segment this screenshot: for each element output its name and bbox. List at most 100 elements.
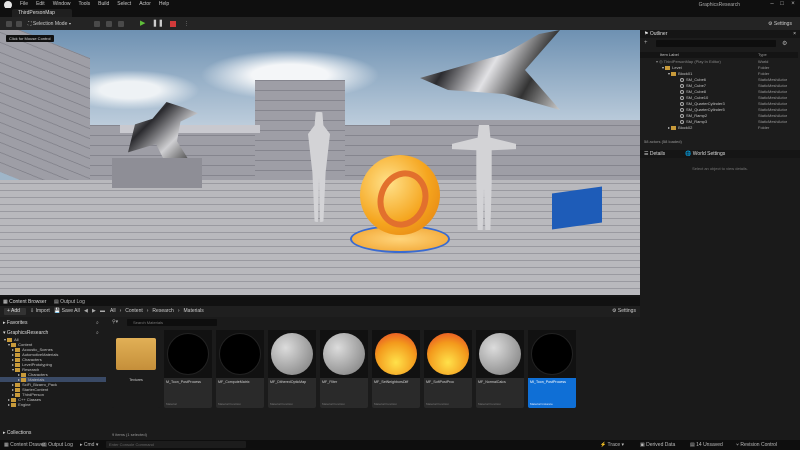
menu-help[interactable]: Help: [159, 1, 169, 7]
derived-data-button[interactable]: ▣ Derived Data: [640, 442, 675, 448]
asset-name: MF_NormalCalcs: [478, 380, 506, 384]
import-label: Import: [35, 308, 50, 314]
menu-window[interactable]: Window: [53, 1, 71, 7]
add-filter-icon[interactable]: +: [644, 40, 654, 48]
content-drawer-button[interactable]: ▦ Content Drawer: [4, 442, 45, 448]
search-icon[interactable]: ⌕: [96, 320, 99, 326]
derived-data-label: Derived Data: [646, 442, 676, 448]
asset-name: Textures: [129, 378, 143, 382]
crumb-research[interactable]: Research: [152, 308, 173, 314]
settings-dropdown[interactable]: ⚙ Settings: [766, 20, 794, 28]
asset-tile[interactable]: MF_NormalCalcs Material Function: [476, 330, 524, 408]
maximize-icon[interactable]: □: [778, 1, 786, 7]
tab-label: ThirdPersonMap: [18, 10, 55, 16]
play-icon[interactable]: ▶: [140, 20, 148, 28]
asset-type: Material Function: [374, 402, 398, 406]
asset-name: M_Toon_PostProcess: [166, 380, 201, 384]
tree-item[interactable]: ▸ Engine: [0, 402, 106, 407]
crumb-materials[interactable]: Materials: [184, 308, 204, 314]
back-icon[interactable]: ◀: [84, 308, 88, 314]
menu-build[interactable]: Build: [98, 1, 109, 7]
asset-search-input[interactable]: Search Materials: [127, 319, 217, 326]
revision-control-button[interactable]: ⑂ Revision Control: [736, 442, 777, 448]
stop-button[interactable]: [170, 21, 176, 27]
asset-tile[interactable]: MF_SoftPostProc Material Function: [424, 330, 472, 408]
minimize-icon[interactable]: –: [768, 1, 776, 7]
project-section[interactable]: ▾ GraphicsResearch: [3, 330, 48, 336]
cb-settings-button[interactable]: ⚙ Settings: [612, 308, 636, 314]
asset-name: MI_Toon_PostProcess: [530, 380, 566, 384]
row-label: Block01: [678, 71, 693, 76]
tab-world-settings[interactable]: 🌐 World Settings: [685, 151, 725, 157]
outliner-row[interactable]: ▸ Block02 Folder: [640, 125, 798, 131]
outliner-search-input[interactable]: [656, 40, 776, 47]
favorites-section[interactable]: ▸ Favorites: [3, 320, 27, 326]
settings-label: Settings: [773, 21, 792, 27]
tab-content-browser[interactable]: ▦ Content Browser: [3, 299, 46, 305]
output-log-button[interactable]: ▤ Output Log: [42, 442, 73, 448]
console-input[interactable]: Enter Console Command: [106, 441, 246, 448]
favorites-label: Favorites: [6, 320, 28, 326]
blueprint-icon[interactable]: [104, 20, 114, 28]
outliner-count: 58 actors (58 loaded): [640, 139, 798, 145]
pause-icon[interactable]: ❚❚: [152, 20, 164, 28]
selection-mode-dropdown[interactable]: ⛶ Selection Mode ▾: [26, 20, 73, 28]
details-empty-message: Select an object to view details.: [692, 166, 748, 171]
row-label: Block02: [678, 125, 693, 130]
gear-icon[interactable]: ⚙: [782, 40, 787, 47]
close-icon[interactable]: ×: [793, 31, 796, 37]
search-icon[interactable]: ⌕: [96, 330, 99, 336]
cmd-dropdown[interactable]: ▸ Cmd ▾: [80, 442, 98, 448]
menu-tools[interactable]: Tools: [78, 1, 90, 7]
save-all-button[interactable]: 💾 Save All: [54, 308, 80, 314]
save-icon[interactable]: [4, 20, 14, 28]
menu-edit[interactable]: Edit: [36, 1, 45, 7]
menu-select[interactable]: Select: [117, 1, 131, 7]
unsaved-label: 14 Unsaved: [696, 442, 723, 448]
asset-type: Material Instance: [530, 402, 553, 406]
cmd-label: Cmd: [83, 442, 95, 448]
tab-thirdpersonmap[interactable]: ThirdPersonMap: [12, 9, 72, 17]
asset-type: Material: [166, 402, 177, 406]
forward-icon[interactable]: ▶: [92, 308, 96, 314]
unsaved-button[interactable]: ▤ 14 Unsaved: [690, 442, 723, 448]
outliner-tab[interactable]: ⚑ Outliner ×: [640, 30, 800, 38]
crumb-all[interactable]: All: [110, 308, 116, 314]
trace-button[interactable]: ⚡ Trace ▾: [600, 442, 624, 448]
asset-tile-selected[interactable]: MI_Toon_PostProcess Material Instance: [528, 330, 576, 408]
asset-tile[interactable]: MF_ComputeMatrix Material Function: [216, 330, 264, 408]
asset-tile-folder[interactable]: Textures: [112, 330, 160, 408]
asset-type: Material Function: [270, 402, 294, 406]
asset-tile[interactable]: M_Toon_PostProcess Material: [164, 330, 212, 408]
filter-icon[interactable]: ⚲▾: [112, 319, 118, 325]
modes-icon[interactable]: [14, 20, 24, 28]
collections-section[interactable]: ▸ Collections: [3, 430, 31, 436]
col-item-label[interactable]: Item Label: [660, 52, 679, 58]
row-label: SM_QuarterCylinder5: [686, 107, 725, 112]
asset-tile[interactable]: MF_SetNeighborsDiff Material Function: [372, 330, 420, 408]
level-viewport[interactable]: [0, 30, 640, 295]
add-button[interactable]: + Add: [4, 308, 26, 315]
content-drawer-label: Content Drawer: [10, 442, 46, 448]
col-type[interactable]: Type: [758, 52, 767, 58]
play-options-icon[interactable]: ⋮: [182, 20, 191, 28]
asset-tile[interactable]: MF_DitheredOpticMap Material Function: [268, 330, 316, 408]
menu-file[interactable]: File: [20, 1, 28, 7]
mouse-control-hint[interactable]: Click for Mouse Control: [6, 35, 54, 42]
tab-details-label: Details: [649, 151, 666, 157]
crumb-content[interactable]: Content: [125, 308, 143, 314]
asset-name: MF_ComputeMatrix: [218, 380, 250, 384]
import-button[interactable]: ⇩ Import: [30, 308, 50, 314]
row-type: Folder: [758, 125, 770, 130]
cinematics-icon[interactable]: [116, 20, 126, 28]
menu-actor[interactable]: Actor: [139, 1, 151, 7]
tab-details[interactable]: ☰ Details: [644, 151, 665, 157]
tab-output-log[interactable]: ▤ Output Log: [54, 299, 85, 305]
pedestal: [112, 158, 202, 188]
close-icon[interactable]: ×: [789, 1, 797, 7]
folder-icon[interactable]: ▬: [100, 308, 105, 314]
outliner-header: Item Label Type: [640, 52, 798, 58]
add-label: Add: [11, 308, 20, 314]
asset-tile[interactable]: MF_Filter Material Function: [320, 330, 368, 408]
content-icon[interactable]: [92, 20, 102, 28]
